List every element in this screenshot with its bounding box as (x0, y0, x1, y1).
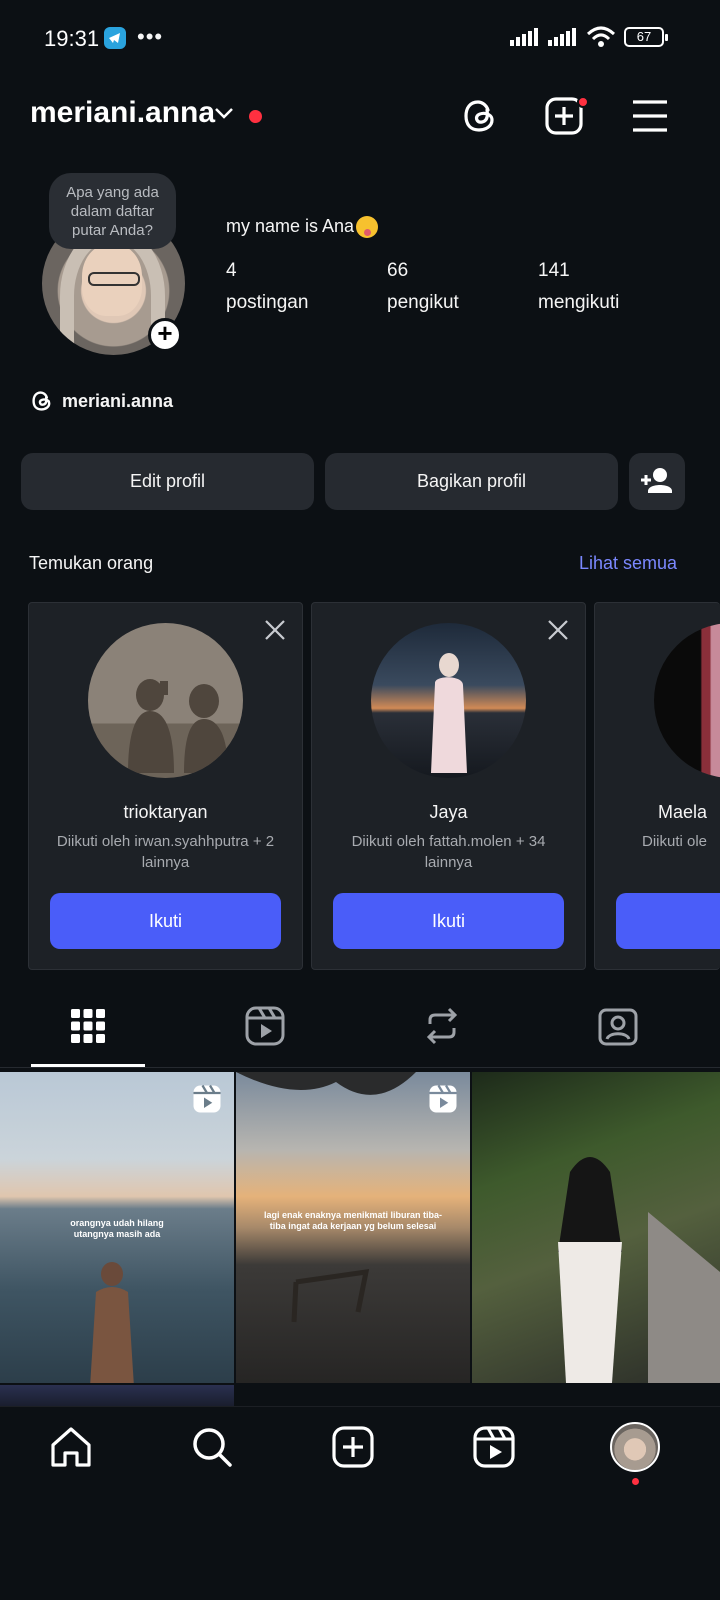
threads-icon[interactable] (460, 96, 500, 136)
add-person-icon (641, 468, 672, 493)
stat-posts[interactable]: 4 postingan (226, 260, 308, 314)
suggestion-card[interactable]: trioktaryan Diikuti oleh irwan.syahhputr… (28, 602, 303, 970)
follow-button[interactable] (616, 893, 720, 949)
suggestion-followed-by: Diikuti oleh fattah.molen + 34 lainnya (351, 833, 546, 871)
reels-icon[interactable] (472, 1425, 516, 1469)
menu-icon[interactable] (630, 96, 670, 136)
home-icon[interactable] (49, 1425, 93, 1469)
suggestion-followed-by: Diikuti oleh irwan.syahhputra + 2 lainny… (56, 833, 275, 871)
profile-notification-dot (632, 1478, 639, 1485)
telegram-icon (104, 27, 126, 49)
post-thumbnail[interactable]: orangnya udah hilang utangnya masih ada (0, 1072, 234, 1383)
signal-icon-2 (548, 28, 576, 46)
reels-tab-icon[interactable] (245, 1006, 285, 1046)
new-notification-dot (577, 96, 589, 108)
reel-badge-icon (193, 1084, 221, 1113)
tagged-tab-icon[interactable] (598, 1006, 638, 1046)
follow-button[interactable]: Ikuti (50, 893, 281, 949)
dismiss-icon[interactable] (547, 619, 569, 641)
threads-handle: meriani.anna (62, 390, 174, 411)
suggestion-card[interactable]: Maela Diikuti ole (594, 602, 720, 970)
search-icon[interactable] (190, 1425, 234, 1469)
suggestion-name[interactable]: Jaya (312, 802, 585, 823)
signal-icon (510, 28, 538, 46)
note-bubble[interactable]: Apa yang ada dalam daftar putar Anda? (49, 173, 176, 249)
tab-divider (0, 1067, 720, 1068)
suggestion-avatar[interactable] (88, 623, 243, 778)
discover-people-button[interactable] (629, 453, 685, 510)
account-notification-dot (249, 110, 262, 123)
create-icon[interactable] (331, 1425, 375, 1469)
bio-text: my name is Ana (226, 216, 355, 236)
post-caption: lagi enak enaknya menikmati liburan tiba… (263, 1210, 443, 1231)
zany-face-emoji (356, 216, 379, 239)
status-indicators: 67 (510, 26, 668, 48)
grid-tab-icon[interactable] (68, 1006, 108, 1046)
suggestion-avatar[interactable] (654, 623, 720, 778)
post-thumbnail[interactable] (0, 1385, 234, 1406)
suggestion-followed-by: Diikuti ole (642, 833, 708, 850)
reposts-tab-icon[interactable] (422, 1006, 462, 1046)
stat-following[interactable]: 141 mengikuti (538, 260, 619, 314)
profile-bio: my name is Ana (226, 216, 379, 239)
edit-profile-button[interactable]: Edit profil (21, 453, 314, 510)
stat-following-label: mengikuti (538, 292, 620, 313)
stat-followers[interactable]: 66 pengikut (387, 260, 459, 314)
stat-followers-label: pengikut (387, 292, 459, 313)
threads-profile-link[interactable]: meriani.anna (30, 389, 173, 413)
post-thumbnail[interactable] (472, 1072, 720, 1383)
more-notifications-icon: ••• (137, 24, 164, 49)
discover-title: Temukan orang (29, 553, 154, 573)
battery-indicator: 67 (624, 27, 668, 47)
chevron-down-icon[interactable] (214, 106, 234, 120)
status-time: 19:31 (44, 26, 100, 51)
dismiss-icon[interactable] (264, 619, 286, 641)
suggestion-name[interactable]: trioktaryan (29, 802, 302, 823)
suggestion-avatar[interactable] (371, 623, 526, 778)
stat-following-value: 141 (538, 260, 570, 281)
suggestion-card[interactable]: Jaya Diikuti oleh fattah.molen + 34 lain… (311, 602, 586, 970)
account-switcher[interactable]: meriani.anna (30, 96, 215, 130)
share-profile-button[interactable]: Bagikan profil (325, 453, 618, 510)
post-thumbnail[interactable]: lagi enak enaknya menikmati liburan tiba… (236, 1072, 470, 1383)
add-story-button[interactable]: + (148, 318, 182, 352)
stat-followers-value: 66 (387, 260, 409, 281)
wifi-icon (586, 26, 616, 47)
reel-badge-icon (429, 1084, 457, 1113)
see-all-link[interactable]: Lihat semua (579, 553, 677, 574)
follow-button[interactable]: Ikuti (333, 893, 564, 949)
profile-tab-avatar[interactable] (610, 1422, 660, 1472)
stat-posts-value: 4 (226, 260, 237, 281)
stat-posts-label: postingan (226, 292, 309, 313)
post-caption: orangnya udah hilang utangnya masih ada (70, 1218, 164, 1239)
threads-small-icon (32, 391, 51, 411)
suggestion-name[interactable]: Maela (658, 802, 720, 823)
